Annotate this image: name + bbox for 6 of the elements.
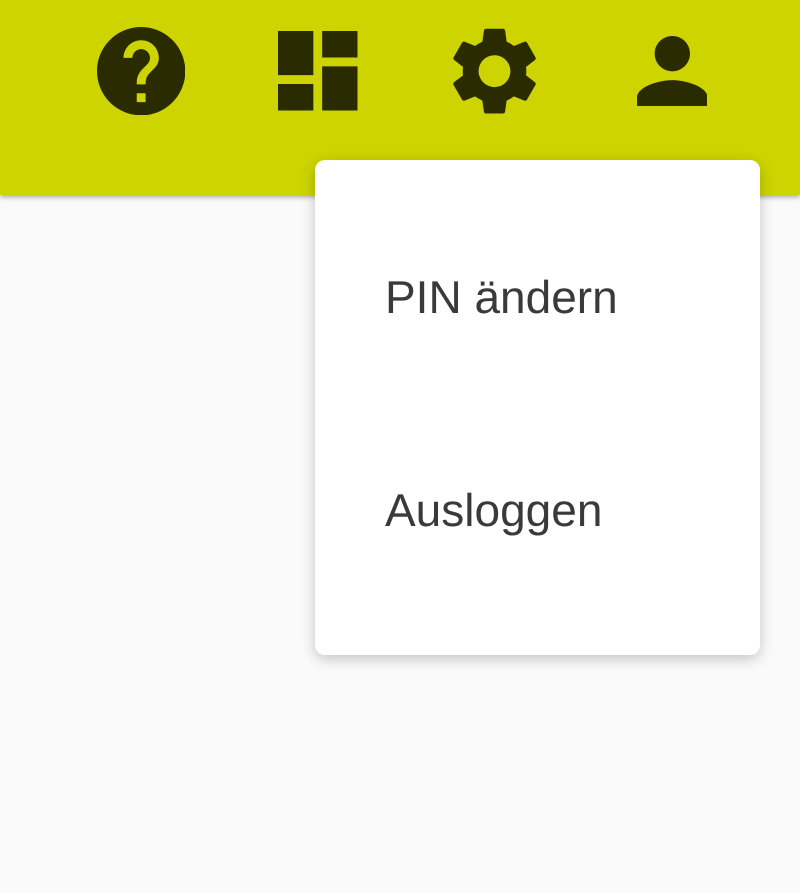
user-icon[interactable] xyxy=(636,36,708,106)
help-icon[interactable] xyxy=(96,26,186,116)
menu-item[interactable]: Ausloggen xyxy=(315,403,760,616)
menu-item[interactable]: PIN ändern xyxy=(315,190,760,403)
dashboard-icon[interactable] xyxy=(278,31,358,111)
settings-icon[interactable] xyxy=(453,26,537,116)
